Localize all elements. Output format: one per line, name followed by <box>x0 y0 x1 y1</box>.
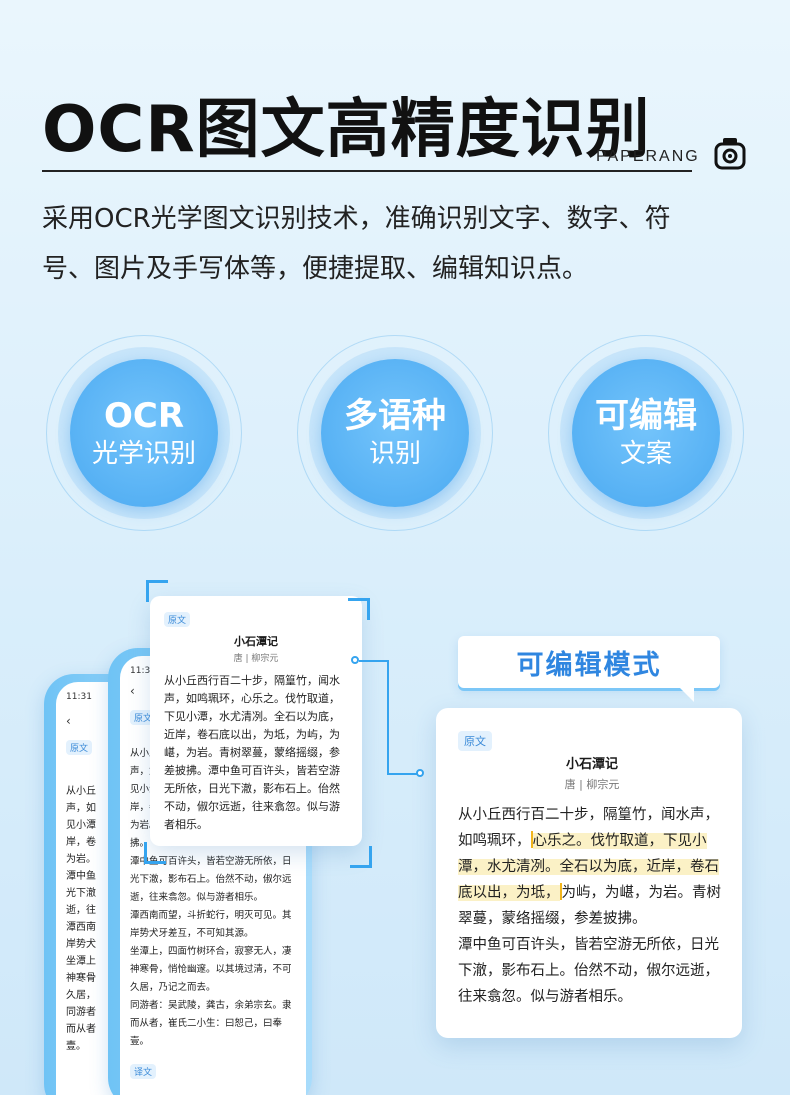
feature-multilingual: 多语种 识别 <box>297 335 493 531</box>
phone-mid-text-line: 而从者，崔氏二小生：曰恕己，曰奉 <box>130 1018 283 1029</box>
phone-mid-text-line: 坐潭上，四面竹树环合，寂寥无人，凄 <box>130 946 292 957</box>
phone-mid-text-line: 神寒骨，悄怆幽邃。以其境过清，不可 <box>130 964 292 975</box>
phone-mid-text-line: 久居，乃记之而去。 <box>130 982 216 993</box>
editable-mode-label: 可编辑模式 <box>458 636 720 688</box>
phone-mid-text-line: 光下澈，影布石上。佁然不动，俶尔远 <box>130 874 292 885</box>
scan-card-tag: 原文 <box>164 612 191 627</box>
scan-card-title: 小石潭记 <box>234 635 278 648</box>
feature-multilingual-sub: 识别 <box>368 439 421 469</box>
intro-line-2: 号、图片及手写体等，便捷提取、编辑知识点。 <box>42 254 589 284</box>
intro-line-1: 采用OCR光学图文识别技术，准确识别文字、数字、符 <box>42 204 671 234</box>
scan-frame-corner <box>350 846 372 868</box>
phone-mid-text-line: 潭西南而望，斗折蛇行，明灭可见。其 <box>130 910 292 921</box>
connector-end <box>416 769 424 777</box>
editable-card[interactable]: 原文 小石潭记 唐 | 柳宗元 从小丘西行百二十步，隔篁竹，闻水声，如鸣珮环，心… <box>436 708 742 1038</box>
editable-card-tag: 原文 <box>458 731 492 751</box>
scan-card-author: 唐 | 柳宗元 <box>233 654 279 664</box>
feature-ocr: OCR 光学识别 <box>46 335 242 531</box>
phone-mid-text-line: 同游者：吴武陵，龚古，余弟宗玄。隶 <box>130 1000 292 1011</box>
connector-line <box>387 660 389 774</box>
editable-card-title: 小石潭记 <box>565 757 618 772</box>
connector-line <box>387 773 417 775</box>
scan-card: 原文 小石潭记 唐 | 柳宗元 从小丘西行百二十步，隔篁竹，闻水声，如鸣珮环，心… <box>150 596 362 846</box>
editable-card-author: 唐 | 柳宗元 <box>564 778 620 791</box>
connector-start <box>351 656 359 664</box>
scan-card-text: 从小丘西行百二十步，隔篁竹，闻水声，如鸣珮环，心乐之。伐竹取道，下见小潭，水尤清… <box>164 674 340 831</box>
scan-frame-corner <box>348 598 370 620</box>
feature-ocr-title: OCR <box>103 396 185 436</box>
feature-editable-title: 可编辑 <box>595 396 697 436</box>
feature-multilingual-title: 多语种 <box>344 396 446 436</box>
camera-logo-icon <box>714 138 746 170</box>
scan-frame-corner <box>146 580 168 602</box>
phone-mid-text-line: 逝，往来翕忽。似与游者相乐。 <box>130 892 264 903</box>
phone-mid-translation-tag[interactable]: 译文 <box>130 1064 157 1079</box>
title-divider <box>42 170 692 172</box>
connector-line <box>359 660 387 662</box>
feature-ocr-sub: 光学识别 <box>91 439 196 469</box>
scan-frame-corner <box>144 842 166 864</box>
feature-editable-sub: 文案 <box>619 439 672 469</box>
brand-name: PAPERANG <box>596 148 700 165</box>
editable-card-paragraph-2: 潭中鱼可百许头，皆若空游无所依，日光下澈，影布石上。佁然不动，俶尔远逝，往来翕忽… <box>458 937 719 1005</box>
phone-mid-text-line: 岸势犬牙差互，不可知其源。 <box>130 928 254 939</box>
intro-text: 采用OCR光学图文识别技术，准确识别文字、数字、符 号、图片及手写体等，便捷提取… <box>42 194 742 294</box>
label-tail <box>680 688 694 702</box>
feature-editable: 可编辑 文案 <box>548 335 744 531</box>
phone-back-tag: 原文 <box>66 740 93 755</box>
editable-card-text[interactable]: 从小丘西行百二十步，隔篁竹，闻水声，如鸣珮环， 心乐之。伐竹取道，下见小潭，水尤清… <box>458 802 726 932</box>
phone-mid-text-line: 壹。 <box>130 1036 150 1047</box>
page-title: OCR图文高精度识别 <box>42 93 651 167</box>
